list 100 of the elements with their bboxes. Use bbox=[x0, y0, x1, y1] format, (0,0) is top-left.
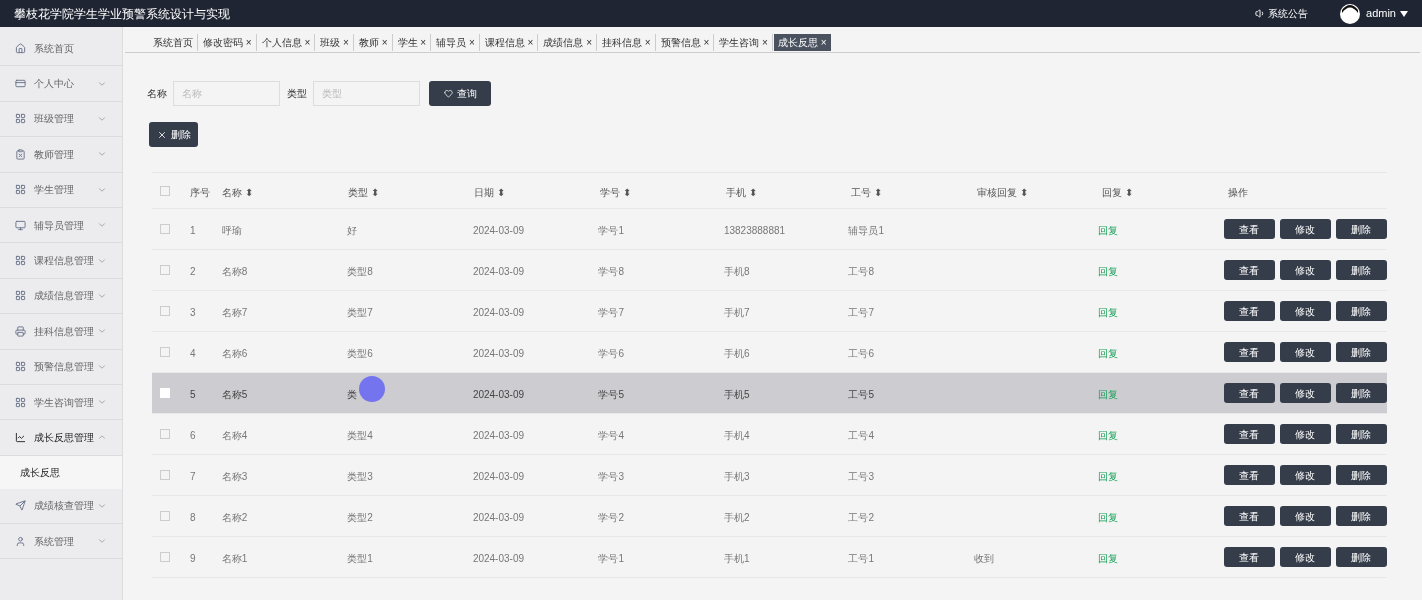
sidebar-item[interactable]: 成长反思管理 bbox=[0, 420, 122, 456]
action-button[interactable]: 删除 bbox=[1335, 260, 1387, 280]
delete-button[interactable]: 删除 bbox=[149, 122, 198, 147]
action-button[interactable]: 修改 bbox=[1279, 506, 1331, 526]
heart-icon bbox=[443, 89, 453, 98]
table-cell: 手机5 bbox=[723, 389, 750, 400]
table-row[interactable]: 2 名称8 类型8 2024-03-09 学号8 手机8 工号8 回复 查看 修改 删除 bbox=[152, 250, 1387, 291]
table-cell: 9 bbox=[189, 553, 196, 564]
row-checkbox[interactable] bbox=[160, 552, 170, 562]
table-cell: 名称6 bbox=[221, 348, 248, 359]
sidebar-item[interactable]: 课程信息管理 bbox=[0, 243, 122, 279]
tab[interactable]: 个人信息 × bbox=[257, 34, 316, 51]
sidebar-item[interactable]: 预警信息管理 bbox=[0, 349, 122, 385]
sidebar-item[interactable]: 成绩核查管理 bbox=[0, 488, 122, 525]
tab[interactable]: 成长反思 × bbox=[773, 34, 831, 51]
row-checkbox[interactable] bbox=[160, 511, 170, 521]
tab[interactable]: 挂科信息 × bbox=[598, 34, 656, 51]
table-cell: 5 bbox=[189, 389, 196, 400]
column-header[interactable]: 操作 bbox=[1228, 186, 1248, 198]
action-button[interactable]: 查看 bbox=[1223, 342, 1275, 362]
row-checkbox[interactable] bbox=[160, 470, 170, 480]
tab[interactable]: 学生 × bbox=[393, 34, 432, 51]
column-header[interactable]: 回复 ⬍ bbox=[1102, 186, 1133, 198]
table-row[interactable]: 9 名称1 类型1 2024-03-09 学号1 手机1 工号1 收到 回复 查看 修改 删除 bbox=[152, 537, 1387, 578]
row-checkbox[interactable] bbox=[160, 347, 170, 357]
table-row[interactable]: 5 名称5 类 2024-03-09 学号5 手机5 工号5 回复 查看 修改 删除 bbox=[152, 373, 1387, 414]
tab[interactable]: 辅导员 × bbox=[432, 34, 480, 51]
action-button[interactable]: 删除 bbox=[1335, 506, 1387, 526]
action-button[interactable]: 查看 bbox=[1223, 547, 1275, 567]
table-cell: 学号3 bbox=[598, 471, 624, 482]
sidebar-item[interactable]: 成绩信息管理 bbox=[0, 278, 122, 315]
action-button[interactable]: 查看 bbox=[1223, 301, 1275, 321]
action-button[interactable]: 删除 bbox=[1335, 465, 1387, 485]
tab[interactable]: 预警信息 × bbox=[656, 34, 715, 51]
action-button[interactable]: 修改 bbox=[1279, 547, 1331, 567]
column-header[interactable]: 序号 bbox=[190, 186, 210, 198]
tab[interactable]: 课程信息 × bbox=[480, 34, 539, 51]
action-button[interactable]: 修改 bbox=[1279, 260, 1331, 280]
action-button[interactable]: 删除 bbox=[1335, 424, 1387, 444]
action-button[interactable]: 查看 bbox=[1223, 219, 1275, 239]
sidebar-item[interactable]: 挂科信息管理 bbox=[0, 314, 122, 350]
table-cell: 工号7 bbox=[848, 307, 874, 318]
action-button[interactable]: 修改 bbox=[1279, 342, 1331, 362]
sidebar-item[interactable]: 系统管理 bbox=[0, 524, 122, 560]
sidebar-item[interactable]: 教师管理 bbox=[0, 137, 122, 173]
menu-label: 成长反思管理 bbox=[34, 431, 95, 445]
submenu-item[interactable]: 成长反思 bbox=[0, 455, 122, 489]
table-cell: 2024-03-09 bbox=[472, 266, 525, 277]
tab[interactable]: 教师 × bbox=[354, 34, 393, 51]
column-header[interactable]: 工号 ⬍ bbox=[851, 186, 882, 198]
tab[interactable]: 班级 × bbox=[316, 34, 354, 51]
action-button[interactable]: 查看 bbox=[1223, 424, 1275, 444]
action-button[interactable]: 查看 bbox=[1223, 383, 1275, 403]
avatar-icon[interactable] bbox=[1340, 3, 1361, 24]
caret-icon[interactable] bbox=[1400, 10, 1408, 17]
action-button[interactable]: 修改 bbox=[1279, 383, 1331, 403]
sidebar-item[interactable]: 学生咨询管理 bbox=[0, 384, 122, 421]
column-header[interactable]: 日期 ⬍ bbox=[474, 186, 505, 198]
tab[interactable]: 学生咨询 × bbox=[715, 34, 773, 51]
action-button[interactable]: 查看 bbox=[1223, 506, 1275, 526]
sidebar-item[interactable]: 系统首页 bbox=[0, 31, 122, 67]
action-button[interactable]: 删除 bbox=[1335, 301, 1387, 321]
row-checkbox[interactable] bbox=[160, 429, 170, 439]
table-row[interactable]: 1 呼瑜 好 2024-03-09 学号1 13823888881 辅导员1 回复 查看 修改 删除 bbox=[152, 209, 1387, 250]
sidebar-item[interactable]: 学生管理 bbox=[0, 172, 122, 208]
sidebar-item[interactable]: 辅导员管理 bbox=[0, 207, 122, 244]
action-button[interactable]: 查看 bbox=[1223, 260, 1275, 280]
action-button[interactable]: 删除 bbox=[1335, 383, 1387, 403]
card-icon bbox=[15, 78, 26, 90]
action-button[interactable]: 删除 bbox=[1335, 342, 1387, 362]
sidebar-item[interactable]: 班级管理 bbox=[0, 101, 122, 138]
table-row[interactable]: 3 名称7 类型7 2024-03-09 学号7 手机7 工号7 回复 查看 修改 删除 bbox=[152, 291, 1387, 332]
tab[interactable]: 成绩信息 × bbox=[539, 34, 597, 51]
tab[interactable]: 系统首页 bbox=[149, 34, 198, 51]
action-button[interactable]: 修改 bbox=[1279, 465, 1331, 485]
column-header[interactable]: 名称 ⬍ bbox=[222, 186, 253, 198]
action-button[interactable]: 修改 bbox=[1279, 301, 1331, 321]
column-header[interactable]: 审核回复 ⬍ bbox=[977, 186, 1028, 198]
tab[interactable]: 修改密码 × bbox=[199, 34, 257, 51]
user-name[interactable]: admin bbox=[1366, 5, 1396, 22]
select-all-checkbox[interactable] bbox=[160, 185, 170, 196]
notice-link[interactable]: 系统公告 bbox=[1268, 6, 1309, 21]
menu-label: 个人中心 bbox=[34, 77, 75, 92]
row-checkbox[interactable] bbox=[160, 306, 170, 316]
row-checkbox[interactable] bbox=[160, 265, 170, 275]
action-button[interactable]: 删除 bbox=[1335, 547, 1387, 567]
column-header[interactable]: 类型 ⬍ bbox=[348, 186, 379, 198]
row-checkbox[interactable] bbox=[160, 224, 170, 234]
table-row[interactable]: 6 名称4 类型4 2024-03-09 学号4 手机4 工号4 回复 查看 修改 删除 bbox=[152, 414, 1387, 455]
action-button[interactable]: 查看 bbox=[1223, 465, 1275, 485]
table-row[interactable]: 7 名称3 类型3 2024-03-09 学号3 手机3 工号3 回复 查看 修改 删除 bbox=[152, 455, 1387, 496]
action-button[interactable]: 删除 bbox=[1335, 219, 1387, 239]
column-header[interactable]: 学号 ⬍ bbox=[600, 186, 631, 198]
sidebar-item[interactable]: 个人中心 bbox=[0, 66, 122, 102]
action-button[interactable]: 修改 bbox=[1279, 424, 1331, 444]
column-header[interactable]: 手机 ⬍ bbox=[726, 186, 757, 198]
table-row[interactable]: 8 名称2 类型2 2024-03-09 学号2 手机2 工号2 回复 查看 修改 删除 bbox=[152, 496, 1387, 537]
search-button[interactable]: 查询 bbox=[429, 81, 491, 106]
action-button[interactable]: 修改 bbox=[1279, 219, 1331, 239]
clipboard-icon bbox=[15, 148, 26, 160]
